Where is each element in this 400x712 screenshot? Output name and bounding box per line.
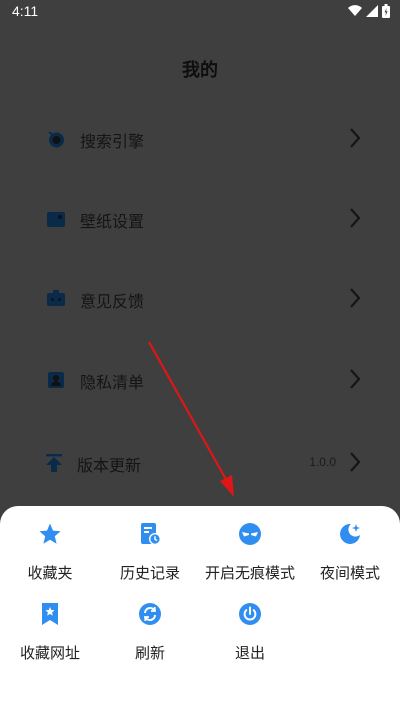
status-bar: 4:11	[0, 0, 400, 24]
action-label: 刷新	[134, 644, 165, 662]
feedback-icon	[47, 290, 65, 306]
action-label: 开启无痕模式	[204, 564, 295, 582]
action-label: 退出	[234, 644, 265, 662]
incognito-mask-icon	[239, 523, 261, 545]
search-engine-icon	[48, 131, 64, 148]
bookmark-url-button[interactable]: 收藏网址	[0, 586, 100, 666]
menu-item-label: 搜索引擎	[80, 132, 145, 151]
page-title: 我的	[182, 60, 218, 81]
incognito-mode-button[interactable]: 开启无痕模式	[200, 506, 300, 586]
chevron-right-icon	[350, 128, 361, 148]
wifi-icon	[348, 5, 362, 17]
chevron-right-icon	[350, 369, 361, 389]
update-icon	[46, 454, 62, 472]
menu-item-label: 版本更新	[77, 456, 142, 475]
battery-icon	[382, 4, 390, 18]
status-time: 4:11	[12, 3, 39, 19]
chevron-right-icon	[350, 288, 361, 308]
night-mode-icon	[340, 523, 360, 544]
wallpaper-icon	[47, 212, 65, 227]
bottom-sheet: 收藏夹 历史记录 开启无痕模式 夜间模式 收藏网址 刷新 退出	[0, 506, 400, 712]
menu-item-search-engine[interactable]: 搜索引擎	[0, 117, 400, 161]
version-value: 1.0.0	[309, 455, 336, 469]
status-icons	[348, 4, 390, 18]
privacy-icon	[48, 372, 64, 388]
menu-item-update[interactable]: 版本更新 1.0.0	[0, 441, 400, 485]
signal-icon	[366, 5, 378, 17]
screen: 4:11 我的 搜索引擎 壁纸设置 意见反馈 隐私清单 版本更新 1.0.0 收…	[0, 0, 400, 712]
history-button[interactable]: 历史记录	[100, 506, 200, 586]
action-label: 历史记录	[119, 564, 180, 582]
chevron-right-icon	[350, 452, 361, 472]
favorites-button[interactable]: 收藏夹	[0, 506, 100, 586]
bookmark-icon	[42, 603, 58, 625]
menu-item-privacy[interactable]: 隐私清单	[0, 358, 400, 402]
menu-item-wallpaper[interactable]: 壁纸设置	[0, 197, 400, 241]
night-mode-button[interactable]: 夜间模式	[300, 506, 400, 586]
action-label: 收藏夹	[27, 564, 73, 582]
menu-item-feedback[interactable]: 意见反馈	[0, 277, 400, 321]
menu-item-label: 隐私清单	[80, 373, 145, 392]
history-icon	[141, 523, 161, 545]
chevron-right-icon	[350, 208, 361, 228]
menu-item-label: 壁纸设置	[80, 212, 145, 231]
star-icon	[39, 523, 61, 544]
refresh-icon	[139, 603, 161, 625]
refresh-button[interactable]: 刷新	[100, 586, 200, 666]
menu-item-label: 意见反馈	[80, 292, 145, 311]
action-label: 收藏网址	[19, 644, 80, 662]
exit-button[interactable]: 退出	[200, 586, 300, 666]
action-label: 夜间模式	[319, 564, 380, 582]
power-icon	[239, 603, 261, 625]
